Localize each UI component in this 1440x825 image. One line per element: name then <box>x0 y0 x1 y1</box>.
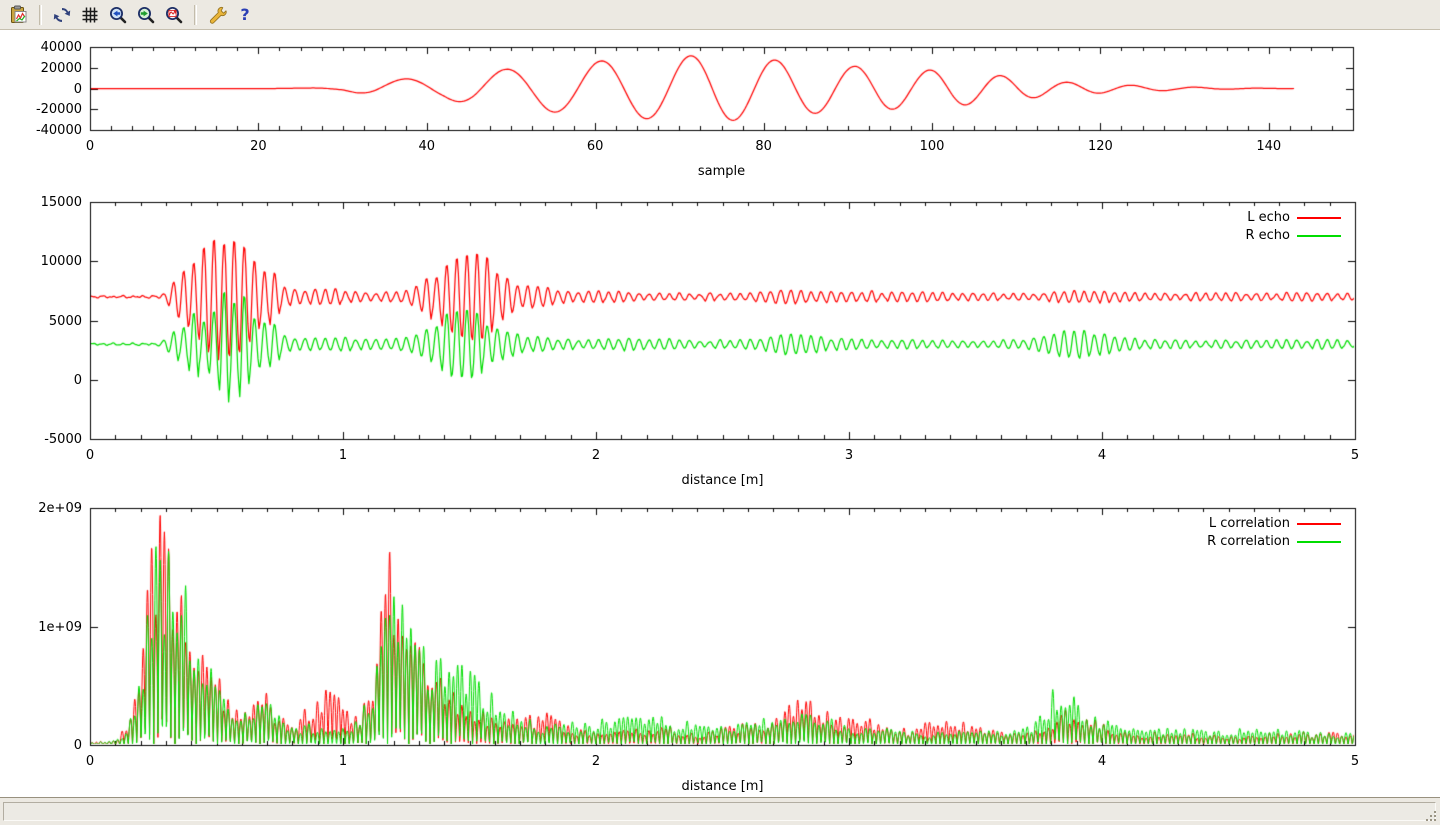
resize-grip[interactable] <box>1424 809 1437 822</box>
wrench-icon <box>207 5 227 25</box>
help-button[interactable]: ? <box>232 2 258 28</box>
zoom-fit-button[interactable] <box>161 2 187 28</box>
options-button[interactable] <box>204 2 230 28</box>
status-field <box>3 802 1436 821</box>
magnifier-right-arrow-icon <box>136 5 156 25</box>
zoom-next-button[interactable] <box>133 2 159 28</box>
grid-icon <box>80 5 100 25</box>
plot-canvas[interactable] <box>0 31 1440 797</box>
toolbar-separator <box>194 5 197 25</box>
toolbar-separator <box>39 5 42 25</box>
zoom-previous-button[interactable] <box>105 2 131 28</box>
magnifier-plot-icon <box>164 5 184 25</box>
refresh-icon <box>52 5 72 25</box>
replot-button[interactable] <box>49 2 75 28</box>
question-mark-icon: ? <box>240 5 249 25</box>
toolbar: ? <box>0 0 1440 30</box>
plot-region: 40000200000-20000-4000002040608010012014… <box>0 31 1440 797</box>
clipboard-chart-icon <box>9 5 29 25</box>
toggle-grid-button[interactable] <box>77 2 103 28</box>
statusbar <box>0 797 1440 825</box>
magnifier-left-arrow-icon <box>108 5 128 25</box>
copy-plot-button[interactable] <box>6 2 32 28</box>
grip-dots-icon <box>1434 819 1436 821</box>
